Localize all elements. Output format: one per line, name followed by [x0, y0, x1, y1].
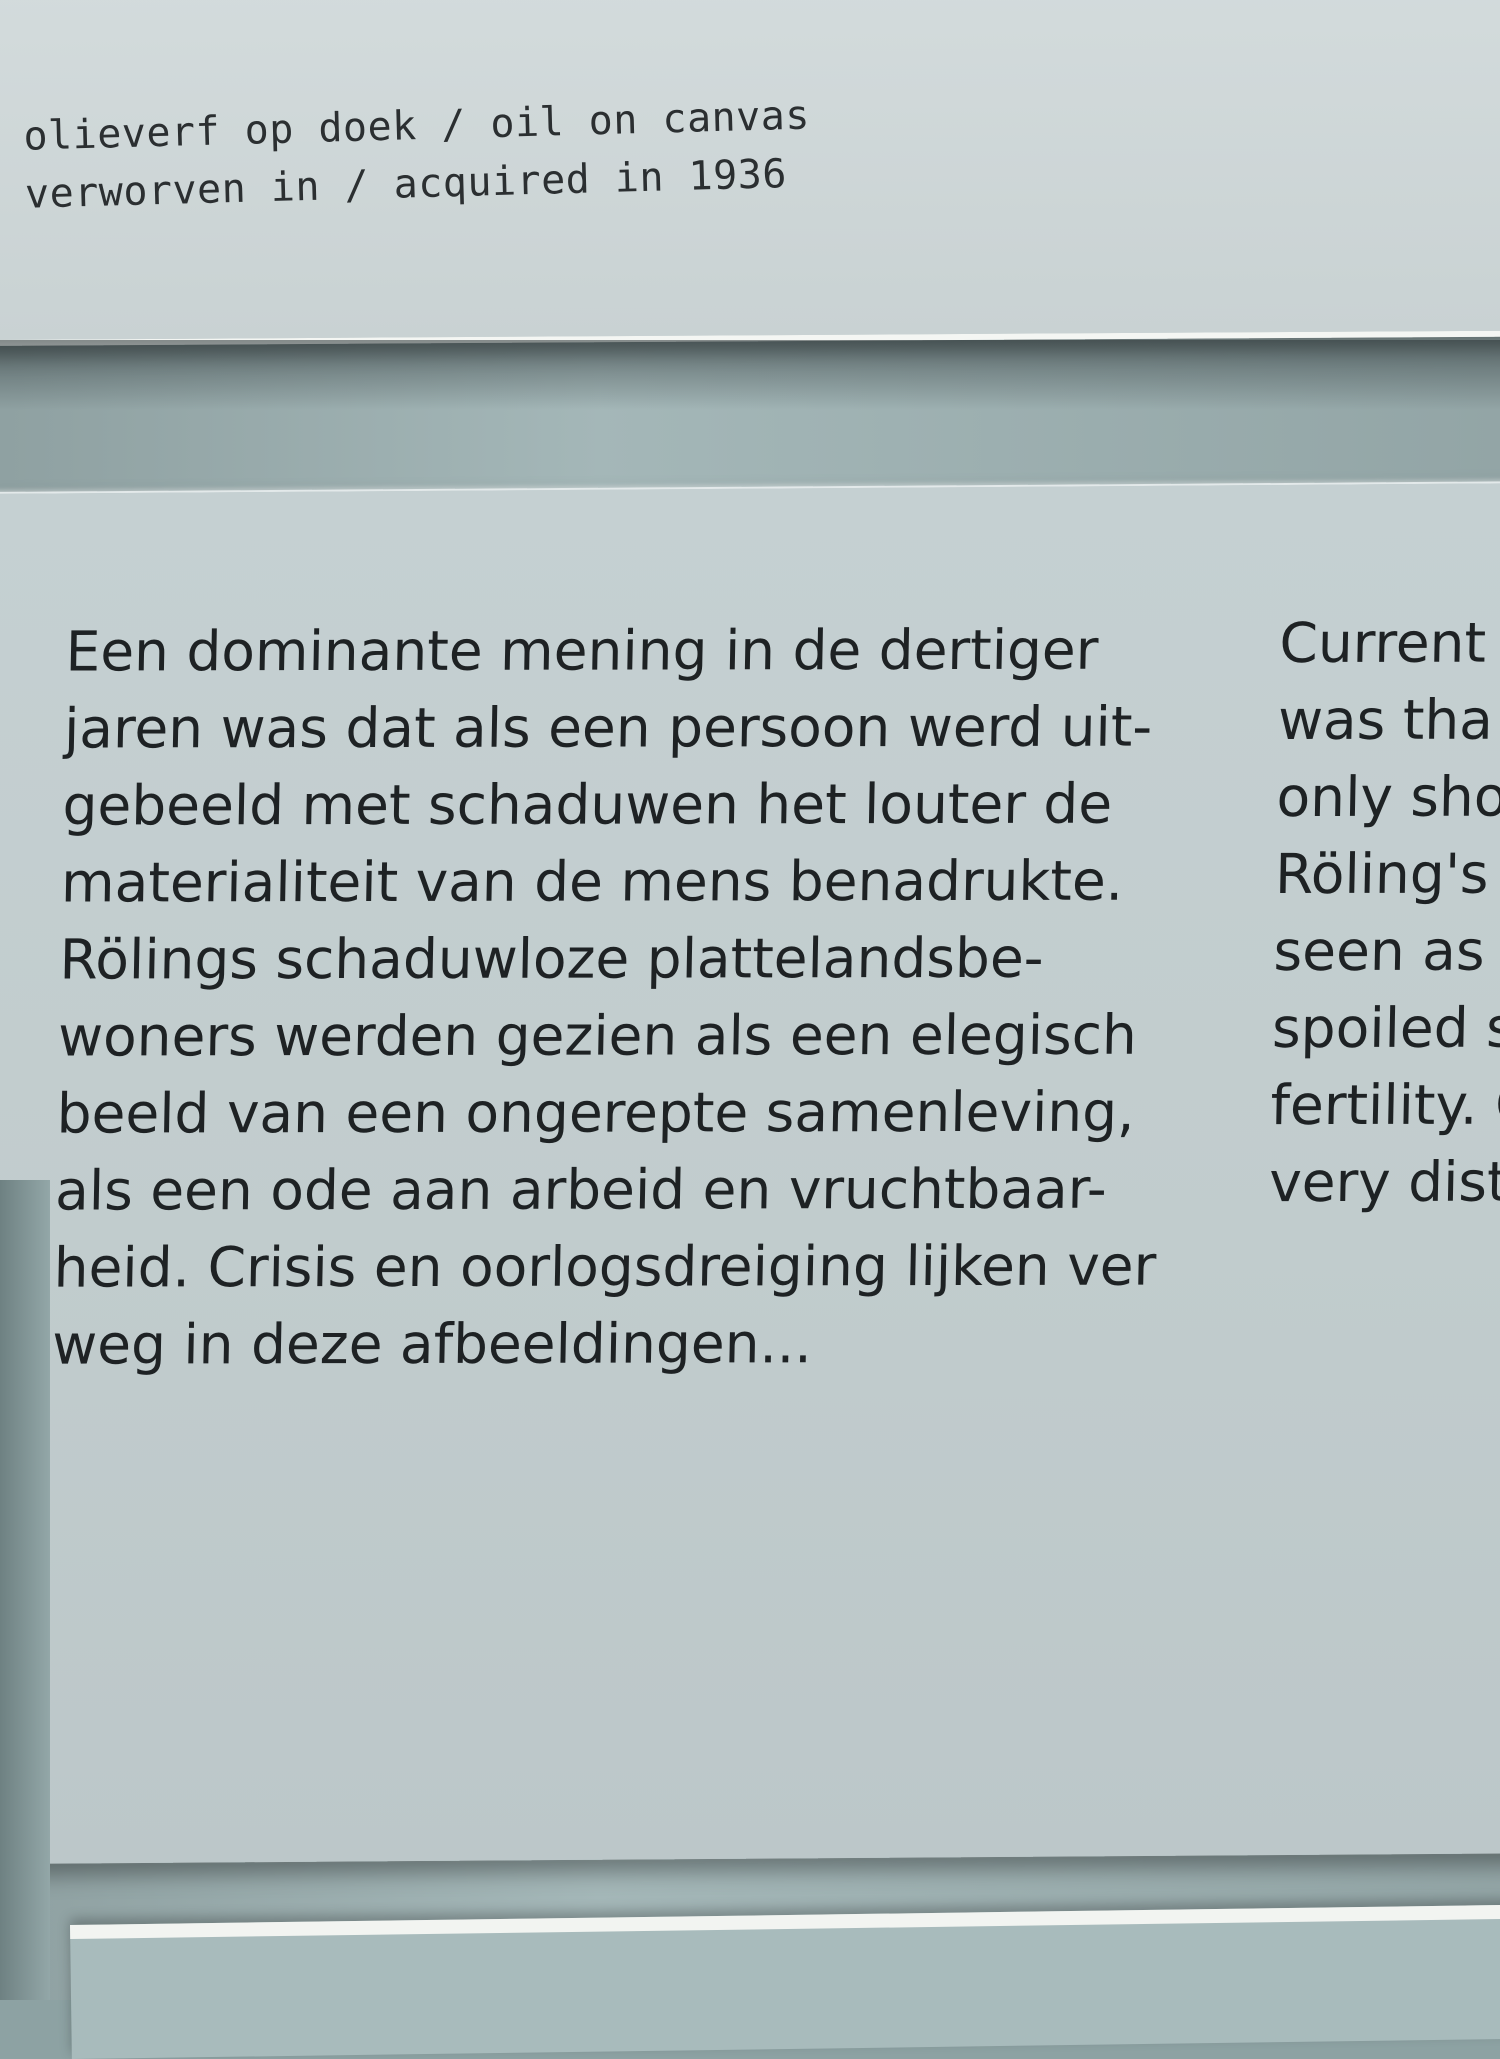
english-line: Current — [1278, 610, 1487, 676]
english-line: very dista — [1268, 1149, 1500, 1215]
dutch-line: materialiteit van de mens benadrukte. — [60, 848, 1124, 915]
card-gap-shadow — [0, 340, 1500, 410]
dutch-line: beeld van een ongerepte samenleving, — [56, 1079, 1136, 1146]
dutch-line: heid. Crisis en oorlogsdreiging lijken v… — [53, 1233, 1157, 1300]
wall-edge-shadow — [0, 1180, 50, 2000]
description-text-card: Een dominante mening in de dertiger jare… — [0, 481, 1500, 1865]
dutch-line: jaren was dat als een persoon werd uit- — [63, 694, 1153, 761]
english-line: fertility. C — [1270, 1072, 1500, 1138]
lower-card-edge — [70, 1904, 1500, 2059]
dutch-line: als een ode aan arbeid en vruchtbaar- — [54, 1156, 1108, 1223]
dutch-line: weg in deze afbeeldingen... — [51, 1311, 813, 1377]
english-line: Röling's — [1274, 841, 1490, 907]
english-line: seen as — [1273, 918, 1486, 984]
artwork-label-card: olieverf op doek / oil on canvas verworv… — [0, 0, 1500, 346]
dutch-line: woners werden gezien als een elegisch — [57, 1002, 1138, 1069]
english-line: was tha — [1277, 687, 1494, 753]
english-text-column: Current was tha only sho Röling's seen a… — [1268, 605, 1500, 1222]
dutch-line: Een dominante mening in de dertiger — [64, 617, 1099, 684]
english-line: spoiled s — [1271, 995, 1500, 1061]
english-line: only sho — [1275, 764, 1500, 830]
dutch-line: gebeeld met schaduwen het louter de — [61, 771, 1113, 838]
dutch-line: Rölings schaduwloze plattelandsbe- — [59, 925, 1045, 992]
dutch-text-column: Een dominante mening in de dertiger jare… — [52, 612, 1169, 1384]
artwork-details: olieverf op doek / oil on canvas verworv… — [23, 86, 812, 223]
